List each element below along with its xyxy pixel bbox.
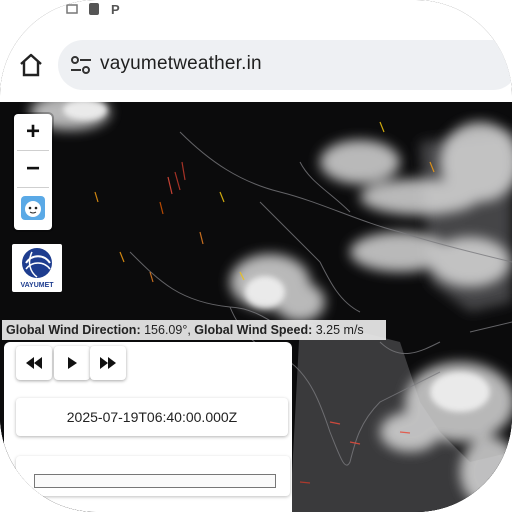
globe-logo-icon [22,248,52,278]
app-icon [88,2,100,16]
wind-readout: Global Wind Direction: 156.09°, Global W… [2,320,386,340]
time-slider-track[interactable] [34,474,276,488]
zoom-out-button[interactable]: − [14,151,52,187]
svg-text:P: P [111,2,120,16]
zoom-in-button[interactable]: + [14,114,52,150]
rewind-icon [26,357,42,369]
parking-icon: P [110,2,122,17]
fast-forward-icon [100,357,116,369]
zoom-control: + − [14,114,52,230]
locate-face-icon[interactable] [14,188,52,228]
home-icon[interactable] [18,52,44,78]
timestamp-display: 2025-07-19T06:40:00.000Z [16,398,288,436]
site-settings-icon[interactable] [70,55,92,75]
fast-forward-button[interactable] [90,346,126,380]
time-slider[interactable] [16,456,290,496]
rewind-button[interactable] [16,346,52,380]
play-button[interactable] [54,346,90,380]
logo-wordmark: VAYUMET [20,282,54,289]
browser-chrome: P vayumetweather.in [0,0,512,102]
status-bar-icons: P [66,2,122,17]
url-text[interactable]: vayumetweather.in [100,53,262,75]
address-bar[interactable]: vayumetweather.in [58,40,512,90]
wind-direction-label: Global Wind Direction: [6,323,141,337]
screen: P vayumetweather.in + − VAYUMET Global W… [0,0,512,512]
play-icon [68,357,77,369]
wind-direction-value: 156.09°, [144,323,191,337]
notification-icon [66,2,78,16]
wind-speed-value: 3.25 m/s [315,323,364,337]
wind-speed-label: Global Wind Speed: [194,323,313,337]
vayumet-logo: VAYUMET [12,244,62,292]
